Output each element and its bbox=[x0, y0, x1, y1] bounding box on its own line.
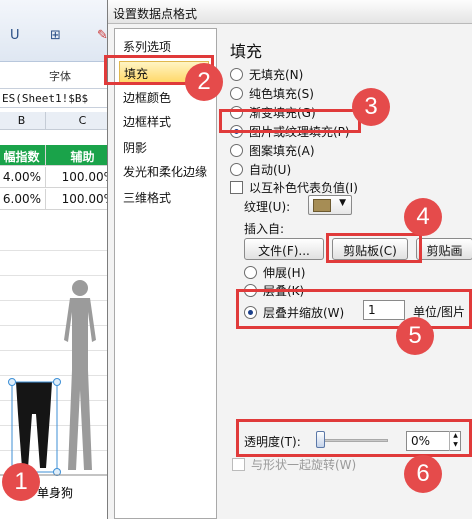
texture-label: 纹理(U): bbox=[244, 200, 291, 214]
clipart-button[interactable]: 剪贴画 bbox=[416, 238, 472, 260]
annotation-box-transparency bbox=[236, 419, 472, 457]
checkbox-icon[interactable] bbox=[232, 457, 245, 471]
file-button[interactable]: 文件(F)... bbox=[244, 238, 324, 260]
option-label: 纯色填充(S) bbox=[249, 86, 314, 101]
rotate-with-shape[interactable]: 与形状一起旋转(W) bbox=[232, 456, 356, 472]
dialog-title: 设置数据点格式 bbox=[108, 0, 472, 24]
option-label: 伸展(H) bbox=[263, 265, 306, 280]
borders-button[interactable]: ⊞ bbox=[50, 28, 61, 43]
annotation-badge-1: 1 bbox=[2, 463, 40, 501]
annotation-badge-3: 3 bbox=[352, 88, 390, 126]
option-label: 自动(U) bbox=[249, 162, 292, 177]
ribbon-group-font: 字体 bbox=[49, 70, 71, 83]
option-solid-fill[interactable]: 纯色填充(S) bbox=[230, 85, 314, 101]
radio-icon[interactable] bbox=[230, 143, 243, 157]
insert-from-label: 插入自: bbox=[244, 222, 285, 236]
dialog-nav: 系列选项 填充 边框颜色 边框样式 阴影 发光和柔化边缘 三维格式 bbox=[114, 28, 217, 519]
annotation-box-picture-fill bbox=[219, 109, 361, 133]
option-label: 无填充(N) bbox=[249, 67, 304, 82]
annotation-badge-6: 6 bbox=[404, 455, 442, 493]
series-label: 单身狗 bbox=[37, 486, 74, 500]
ribbon: U ⊞ ✎ bbox=[0, 0, 120, 62]
underline-button[interactable]: U bbox=[10, 28, 20, 43]
formula-bar[interactable]: ES(Sheet1!$B$ bbox=[0, 88, 120, 108]
checkbox-icon[interactable] bbox=[230, 180, 243, 194]
annotation-badge-5: 5 bbox=[396, 317, 434, 355]
radio-icon[interactable] bbox=[244, 265, 257, 279]
annotation-badge-4: 4 bbox=[404, 198, 442, 236]
nav-item-3d-format[interactable]: 三维格式 bbox=[123, 189, 171, 206]
option-stretch[interactable]: 伸展(H) bbox=[244, 264, 305, 280]
option-label: 与形状一起旋转(W) bbox=[251, 457, 357, 472]
excel-window: U ⊞ ✎ 字体 ES(Sheet1!$B$ B C 幅指数 辅助 4.00% … bbox=[0, 0, 120, 519]
column-header-b[interactable]: B bbox=[0, 112, 46, 130]
texture-dropdown[interactable]: ▼ bbox=[308, 195, 352, 215]
nav-item-shadow[interactable]: 阴影 bbox=[123, 139, 147, 156]
radio-icon[interactable] bbox=[230, 67, 243, 81]
table-cell[interactable]: 6.00% bbox=[0, 189, 46, 210]
option-label: 以互补色代表负值(I) bbox=[249, 180, 358, 195]
invert-if-negative[interactable]: 以互补色代表负值(I) bbox=[230, 179, 358, 195]
black-legs-icon bbox=[16, 382, 52, 468]
chevron-down-icon: ▼ bbox=[339, 198, 346, 208]
table-header-cell[interactable]: 幅指数 bbox=[0, 145, 46, 166]
nav-item-border-color[interactable]: 边框颜色 bbox=[123, 89, 171, 106]
radio-icon[interactable] bbox=[230, 86, 243, 100]
section-title: 填充 bbox=[230, 42, 263, 61]
table-cell[interactable]: 4.00% bbox=[0, 167, 46, 188]
option-automatic[interactable]: 自动(U) bbox=[230, 161, 291, 177]
nav-item-glow-soft-edges[interactable]: 发光和柔化边缘 bbox=[123, 163, 207, 180]
annotation-badge-2: 2 bbox=[185, 63, 223, 101]
option-label: 图案填充(A) bbox=[249, 143, 315, 158]
annotation-box-clipboard bbox=[326, 233, 422, 263]
texture-swatch-icon bbox=[313, 199, 331, 212]
gray-person-icon bbox=[64, 280, 96, 470]
option-pattern-fill[interactable]: 图案填充(A) bbox=[230, 142, 315, 158]
annotation-box-stack-scale bbox=[236, 289, 472, 329]
nav-item-border-style[interactable]: 边框样式 bbox=[123, 113, 171, 130]
option-no-fill[interactable]: 无填充(N) bbox=[230, 66, 303, 82]
nav-item-series-options[interactable]: 系列选项 bbox=[123, 38, 171, 55]
radio-icon[interactable] bbox=[230, 162, 243, 176]
